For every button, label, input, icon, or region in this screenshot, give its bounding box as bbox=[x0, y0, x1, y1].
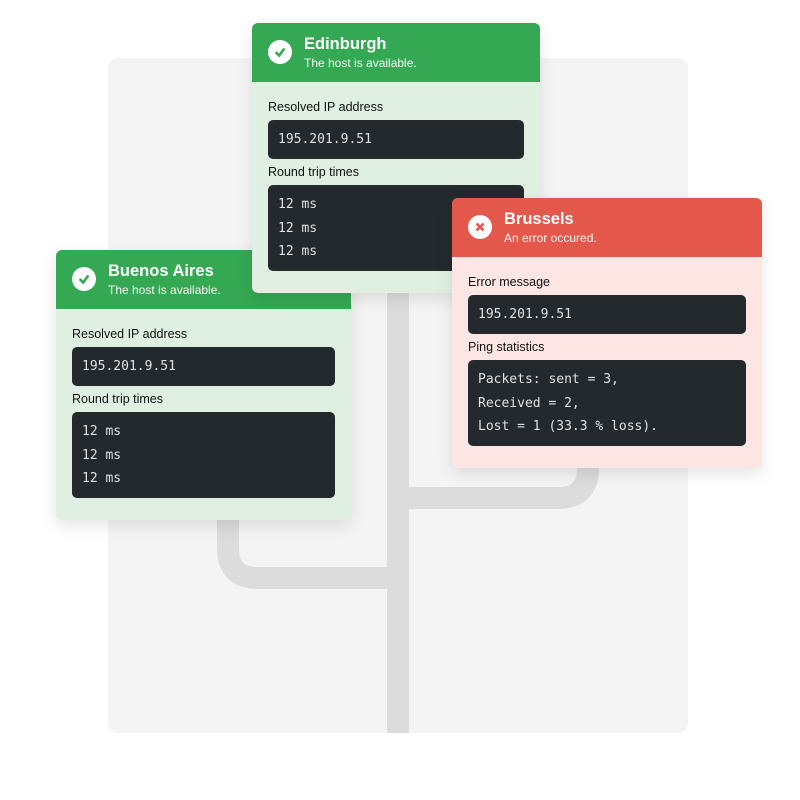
card-subtitle: The host is available. bbox=[304, 56, 417, 70]
card-title: Buenos Aires bbox=[108, 262, 221, 282]
section-label-rtt: Round trip times bbox=[268, 165, 524, 179]
card-header: Edinburgh The host is available. bbox=[252, 23, 540, 82]
card-title: Brussels bbox=[504, 210, 597, 230]
card-title: Edinburgh bbox=[304, 35, 417, 55]
section-label-ping-stats: Ping statistics bbox=[468, 340, 746, 354]
section-label-rtt: Round trip times bbox=[72, 392, 335, 406]
rtt-values: 12 ms 12 ms 12 ms bbox=[72, 412, 335, 498]
check-icon bbox=[268, 40, 292, 64]
card-header: Brussels An error occured. bbox=[452, 198, 762, 257]
close-icon bbox=[468, 215, 492, 239]
ping-stats: Packets: sent = 3, Received = 2, Lost = … bbox=[468, 360, 746, 446]
check-icon bbox=[72, 267, 96, 291]
section-label-ip: Resolved IP address bbox=[268, 100, 524, 114]
card-body: Error message 195.201.9.51 Ping statisti… bbox=[452, 257, 762, 469]
ip-value: 195.201.9.51 bbox=[268, 120, 524, 159]
card-body: Resolved IP address 195.201.9.51 Round t… bbox=[56, 309, 351, 521]
card-subtitle: The host is available. bbox=[108, 283, 221, 297]
section-label-ip: Resolved IP address bbox=[72, 327, 335, 341]
ip-value: 195.201.9.51 bbox=[72, 347, 335, 386]
card-subtitle: An error occured. bbox=[504, 231, 597, 245]
error-value: 195.201.9.51 bbox=[468, 295, 746, 334]
status-card-brussels: Brussels An error occured. Error message… bbox=[452, 198, 762, 468]
section-label-error: Error message bbox=[468, 275, 746, 289]
